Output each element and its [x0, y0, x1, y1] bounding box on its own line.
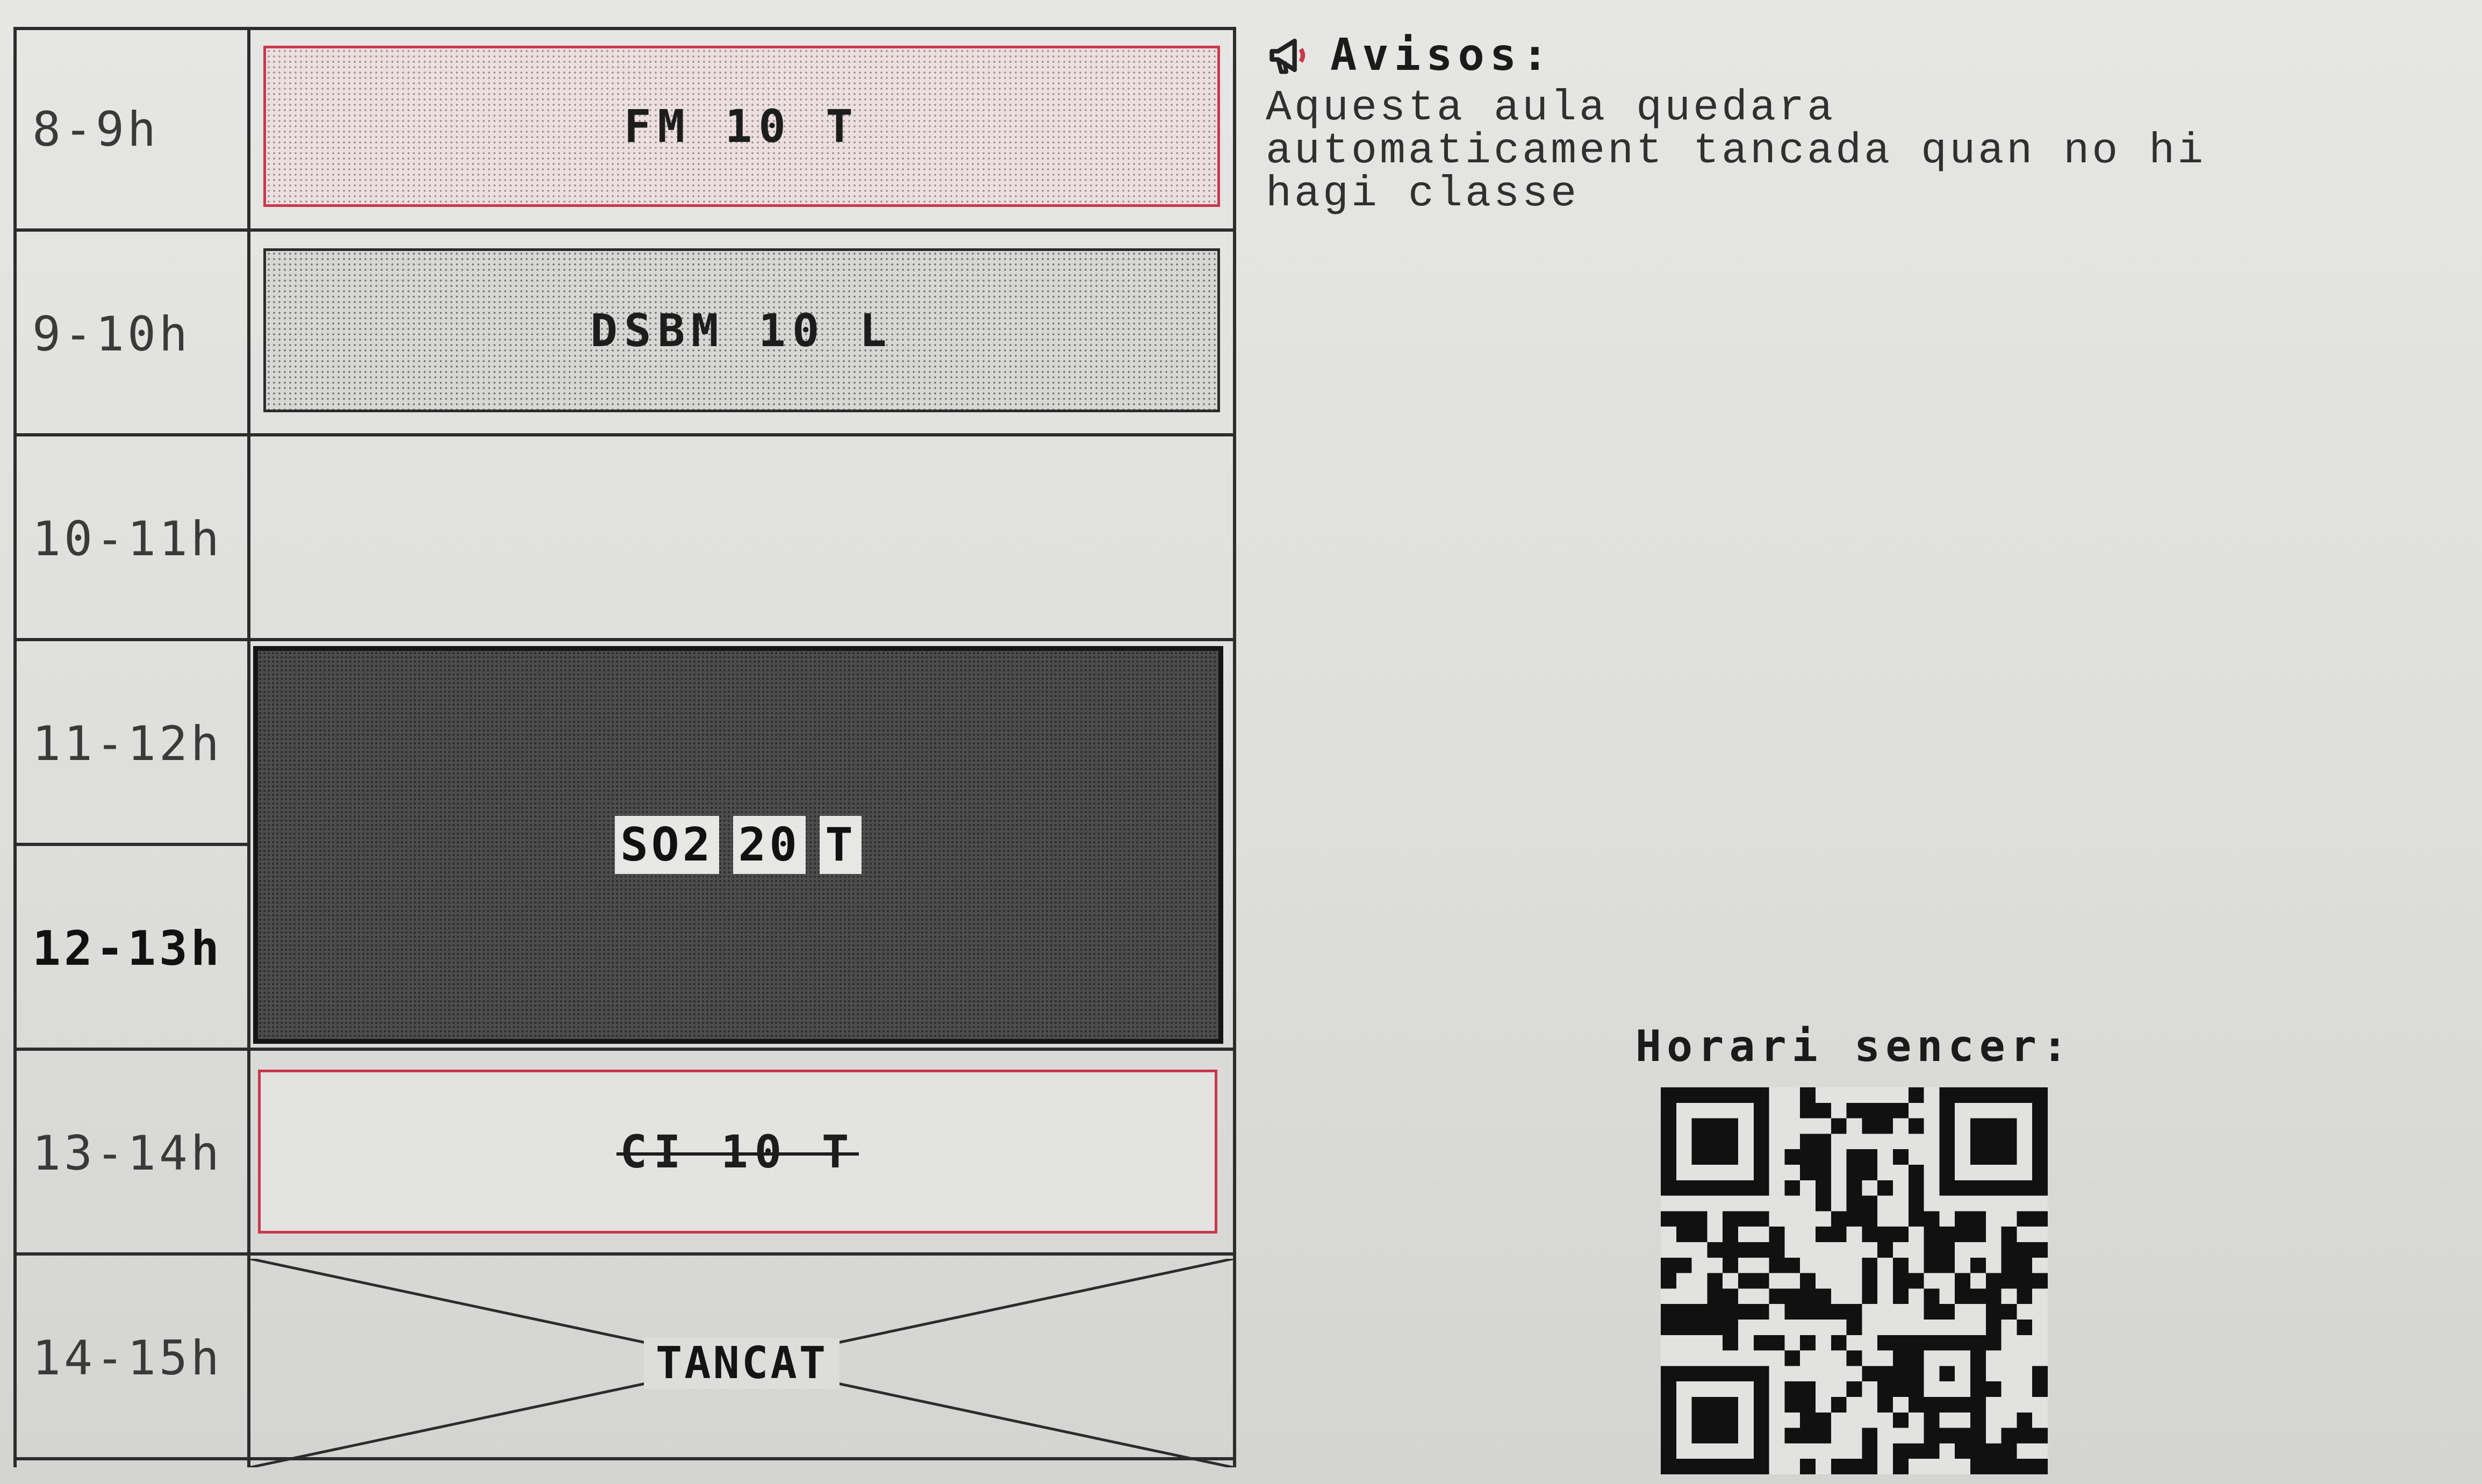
hour-label: 11-12h — [32, 716, 223, 771]
subject-chip: SO2 — [615, 816, 719, 874]
megaphone-icon — [1269, 38, 1305, 74]
notices-title: Avisos: — [1330, 30, 1554, 81]
class-slot-label: FM 10 T — [623, 100, 859, 153]
closed-slot: TANCAT — [250, 1259, 1233, 1467]
class-slot-dsbm[interactable]: DSBM 10 L — [263, 248, 1220, 412]
qr-section: Horari sencer: — [1612, 1021, 2096, 1474]
notice-line: Aquesta aula quedara — [1266, 84, 1836, 133]
hour-label-current: 12-13h — [32, 921, 223, 976]
notices-header: Avisos: — [1266, 30, 2448, 81]
hour-label: 14-15h — [32, 1330, 223, 1386]
hour-label: 8-9h — [32, 102, 159, 157]
group-chip: 20 — [733, 816, 806, 874]
type-chip: T — [820, 816, 862, 874]
hour-label: 9-10h — [32, 306, 191, 362]
class-slot-fm[interactable]: FM 10 T — [263, 46, 1220, 207]
notice-line: hagi classe — [1266, 170, 1580, 219]
notices-panel: Avisos: Aquesta aula quedara automaticam… — [1266, 30, 2448, 216]
schedule-grid: 8-9h 9-10h 10-11h 11-12h 12-13h 13-14h 1… — [13, 27, 1236, 1467]
class-slot-so2-current[interactable]: SO2 20 T — [253, 646, 1223, 1044]
class-slot-chips: SO2 20 T — [615, 816, 862, 874]
qr-code-icon[interactable] — [1661, 1087, 2048, 1474]
eink-display: 8-9h 9-10h 10-11h 11-12h 12-13h 13-14h 1… — [0, 0, 2482, 1484]
qr-title: Horari sencer: — [1635, 1021, 2074, 1071]
notice-line: automaticament tancada quan no hi — [1266, 127, 2206, 176]
notices-body: Aquesta aula quedara automaticament tanc… — [1266, 87, 2394, 216]
hour-label: 10-11h — [32, 511, 223, 567]
class-slot-label: DSBM 10 L — [590, 304, 893, 357]
class-slot-ci-cancelled[interactable]: CI 10 T — [258, 1070, 1217, 1234]
closed-label: TANCAT — [643, 1337, 840, 1389]
hour-row: 10-11h — [13, 436, 1236, 641]
hour-label: 13-14h — [32, 1125, 223, 1181]
class-slot-label: CI 10 T — [616, 1125, 859, 1178]
